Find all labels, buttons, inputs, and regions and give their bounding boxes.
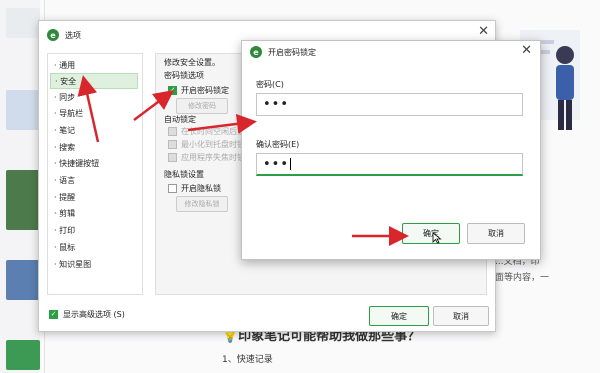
- checkbox-icon: [168, 127, 177, 136]
- note-subheading: 1、快速记录: [222, 355, 273, 365]
- evernote-logo-icon: e: [47, 29, 59, 41]
- ok-button[interactable]: 确定: [369, 306, 429, 326]
- enable-password-lock-checkbox[interactable]: ✓ 开启密码锁定: [168, 85, 229, 96]
- checkbox-icon: [168, 140, 177, 149]
- note-thumbnail: [6, 340, 40, 370]
- cancel-button[interactable]: 取消: [467, 223, 525, 244]
- options-nav: · 通用 · 安全 · 同步 · 导航栏 · 笔记 · 搜索 · 快捷键按钮 ·…: [47, 53, 143, 295]
- text-caret: [290, 158, 292, 170]
- section-header: 修改安全设置。: [164, 58, 220, 67]
- password-lock-dialog: e 开启密码锁定 ✕ 密码(C) ••• 确认密码(E) ••• 确定 取消: [241, 40, 541, 260]
- nav-item-print[interactable]: · 打印: [50, 223, 142, 238]
- checkbox-icon: [168, 153, 177, 162]
- nav-item-notes[interactable]: · 笔记: [50, 123, 142, 138]
- nav-item-knowledge-map[interactable]: · 知识星图: [50, 257, 142, 272]
- dialog-titlebar: e 选项: [47, 27, 81, 43]
- privacy-section-label: 隐私锁设置: [164, 170, 204, 179]
- note-thumbnail: [6, 260, 40, 300]
- show-advanced-checkbox[interactable]: ✓ 显示高级选项 (S): [49, 309, 125, 320]
- nav-item-general[interactable]: · 通用: [50, 58, 142, 73]
- password-section-label: 密码锁选项: [164, 71, 204, 80]
- checkmark-icon: ✓: [168, 86, 177, 95]
- nav-item-clipper[interactable]: · 剪辑: [50, 206, 142, 221]
- change-password-button[interactable]: 修改密码: [176, 98, 228, 114]
- nav-item-security[interactable]: · 安全: [50, 73, 138, 89]
- dialog-titlebar: e 开启密码锁定: [250, 46, 316, 58]
- dialog-title: 选项: [65, 30, 81, 40]
- note-thumbnail: [6, 90, 40, 130]
- dialog-title: 开启密码锁定: [268, 47, 316, 57]
- note-thumbnail: [6, 170, 40, 230]
- close-button[interactable]: ✕: [478, 24, 489, 39]
- enable-privacy-lock-checkbox[interactable]: 开启隐私锁: [168, 183, 221, 194]
- password-field[interactable]: •••: [256, 93, 523, 116]
- nav-item-mouse[interactable]: · 鼠标: [50, 240, 142, 255]
- close-button[interactable]: ✕: [521, 43, 532, 58]
- nav-item-navbar[interactable]: · 导航栏: [50, 106, 142, 121]
- mouse-cursor-icon: [432, 232, 442, 244]
- confirm-password-label: 确认密码(E): [256, 140, 300, 149]
- nav-item-search[interactable]: · 搜索: [50, 140, 142, 155]
- password-label: 密码(C): [256, 80, 284, 89]
- nav-item-sync[interactable]: · 同步: [50, 90, 142, 105]
- background-note-list: [0, 0, 40, 373]
- cancel-button[interactable]: 取消: [433, 306, 489, 326]
- note-thumbnail: [6, 8, 40, 38]
- nav-item-reminders[interactable]: · 提醒: [50, 190, 142, 205]
- confirm-password-field[interactable]: •••: [256, 153, 523, 176]
- change-privacy-lock-button[interactable]: 修改隐私锁: [176, 196, 228, 212]
- checkbox-icon: [168, 184, 177, 193]
- nav-item-shortcuts[interactable]: · 快捷键按钮: [50, 156, 142, 171]
- ok-button[interactable]: 确定: [402, 223, 460, 244]
- evernote-logo-icon: e: [250, 46, 262, 58]
- nav-item-language[interactable]: · 语言: [50, 173, 142, 188]
- auto-lock-label: 自动锁定: [164, 115, 196, 124]
- checkmark-icon: ✓: [49, 310, 58, 319]
